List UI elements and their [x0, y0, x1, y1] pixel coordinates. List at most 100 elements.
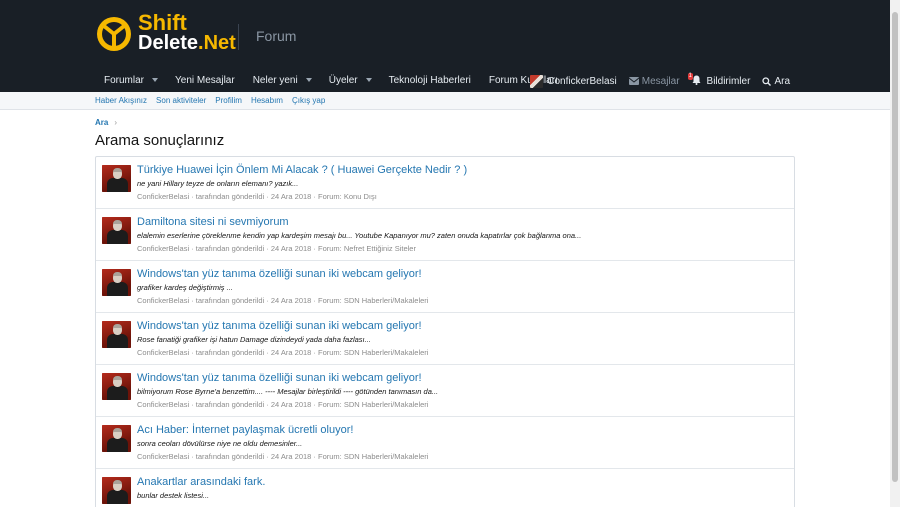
- result-forum-link[interactable]: Forum: SDN Haberleri/Makaleleri: [318, 296, 428, 305]
- result-meta: ConfickerBelasi · tarafından gönderildi …: [137, 244, 416, 253]
- site-header: Shift Delete.Net Forum Forumlar Yeni Mes…: [0, 0, 890, 92]
- subnav-my-profile[interactable]: Profilim: [215, 96, 242, 105]
- logo-emblem-icon: [97, 17, 131, 51]
- result-snippet: bunlar destek listesi...: [137, 491, 210, 500]
- sub-nav: Haber Akışınız Son aktiviteler Profilim …: [0, 92, 890, 110]
- user-nav: ConfickerBelasi Mesajlar 1 Bildirimler A…: [518, 70, 790, 92]
- nav-item-new-posts[interactable]: Yeni Mesajlar: [166, 70, 244, 92]
- result-snippet: Rose fanatiği grafiker işi hatun Damage …: [137, 335, 371, 344]
- search-results-list: Türkiye Huawei İçin Önlem Mi Alacak ? ( …: [95, 156, 795, 507]
- result-meta: ConfickerBelasi · tarafından gönderildi …: [137, 452, 428, 461]
- search-result-item: Windows'tan yüz tanıma özelliği sunan ik…: [96, 365, 794, 417]
- result-forum-link[interactable]: Forum: SDN Haberleri/Makaleleri: [318, 452, 428, 461]
- chevron-right-icon: ›: [114, 118, 118, 127]
- result-meta: ConfickerBelasi · tarafından gönderildi …: [137, 296, 428, 305]
- logo-line-2a: Delete: [138, 32, 199, 54]
- result-title-link[interactable]: Türkiye Huawei İçin Önlem Mi Alacak ? ( …: [137, 164, 467, 176]
- result-posted-by-text: tarafından gönderildi: [195, 244, 265, 253]
- alerts-link[interactable]: 1 Bildirimler: [687, 70, 751, 92]
- result-author-avatar[interactable]: [102, 373, 131, 400]
- subnav-latest-activity[interactable]: Son aktiviteler: [156, 96, 206, 105]
- user-menu[interactable]: ConfickerBelasi: [530, 70, 617, 92]
- nav-item-members[interactable]: Üyeler: [320, 70, 380, 92]
- result-author-avatar[interactable]: [102, 165, 131, 192]
- result-author-link[interactable]: ConfickerBelasi: [137, 400, 189, 409]
- nav-item-label: Yeni Mesajlar: [175, 75, 235, 86]
- result-date: 24 Ara 2018: [270, 452, 312, 461]
- result-meta: ConfickerBelasi · tarafından gönderildi …: [137, 348, 428, 357]
- search-link[interactable]: Ara: [762, 70, 790, 92]
- chevron-down-icon[interactable]: [365, 78, 372, 82]
- envelope-icon: [628, 77, 639, 85]
- search-result-item: Türkiye Huawei İçin Önlem Mi Alacak ? ( …: [96, 157, 794, 209]
- subnav-logout[interactable]: Çıkış yap: [292, 96, 325, 105]
- messages-label: Mesajlar: [641, 75, 680, 87]
- result-author-link[interactable]: ConfickerBelasi: [137, 348, 189, 357]
- scrollbar-thumb[interactable]: [892, 12, 898, 482]
- result-title-link[interactable]: Damiltona sitesi ni sevmiyorum: [137, 216, 289, 228]
- avatar-figure: [107, 178, 128, 192]
- search-result-item: Anakartlar arasındaki fark. bunlar deste…: [96, 469, 794, 507]
- nav-item-label: Teknoloji Haberleri: [388, 75, 471, 86]
- result-posted-by-text: tarafından gönderildi: [195, 192, 265, 201]
- nav-item-label: Üyeler: [328, 75, 358, 86]
- result-posted-by-text: tarafından gönderildi: [195, 452, 265, 461]
- result-snippet: elalemin eserlerine çöreklenme kendin ya…: [137, 231, 582, 240]
- result-date: 24 Ara 2018: [270, 192, 312, 201]
- avatar-figure: [107, 334, 128, 348]
- breadcrumb[interactable]: Ara ›: [95, 118, 117, 127]
- avatar-figure: [107, 438, 128, 452]
- nav-item-tech-news[interactable]: Teknoloji Haberleri: [380, 70, 480, 92]
- result-title-link[interactable]: Windows'tan yüz tanıma özelliği sunan ik…: [137, 320, 422, 332]
- search-result-item: Windows'tan yüz tanıma özelliği sunan ik…: [96, 261, 794, 313]
- result-title-link[interactable]: Windows'tan yüz tanıma özelliği sunan ik…: [137, 372, 422, 384]
- result-author-avatar[interactable]: [102, 425, 131, 452]
- page-title: Arama sonuçlarınız: [95, 132, 225, 149]
- result-date: 24 Ara 2018: [270, 296, 312, 305]
- chevron-down-icon[interactable]: [305, 78, 312, 82]
- result-forum-link[interactable]: Forum: Nefret Ettiğiniz Siteler: [318, 244, 416, 253]
- avatar-figure: [107, 386, 128, 400]
- scrollbar[interactable]: [890, 0, 900, 507]
- logo-wordmark: Shift Delete.Net: [138, 12, 236, 54]
- messages-link[interactable]: Mesajlar: [628, 70, 680, 92]
- result-forum-link[interactable]: Forum: Konu Dışı: [318, 192, 377, 201]
- user-avatar: [530, 74, 544, 88]
- chevron-down-icon[interactable]: [152, 78, 159, 82]
- header-divider: [238, 24, 239, 50]
- subnav-news-feed[interactable]: Haber Akışınız: [95, 96, 147, 105]
- result-author-link[interactable]: ConfickerBelasi: [137, 244, 189, 253]
- avatar-hair: [113, 480, 122, 484]
- avatar-figure: [107, 282, 128, 296]
- search-result-item: Acı Haber: İnternet paylaşmak ücretli ol…: [96, 417, 794, 469]
- section-tag: Forum: [256, 28, 297, 44]
- nav-item-forums[interactable]: Forumlar: [95, 70, 166, 92]
- result-author-avatar[interactable]: [102, 269, 131, 296]
- result-date: 24 Ara 2018: [270, 400, 312, 409]
- avatar-figure: [107, 230, 128, 244]
- result-posted-by-text: tarafından gönderildi: [195, 400, 265, 409]
- result-title-link[interactable]: Anakartlar arasındaki fark.: [137, 476, 265, 488]
- result-author-link[interactable]: ConfickerBelasi: [137, 192, 189, 201]
- result-author-link[interactable]: ConfickerBelasi: [137, 452, 189, 461]
- result-author-link[interactable]: ConfickerBelasi: [137, 296, 189, 305]
- alerts-label: Bildirimler: [706, 75, 751, 87]
- result-author-avatar[interactable]: [102, 321, 131, 348]
- avatar-hair: [113, 428, 122, 432]
- nav-item-label: Forumlar: [104, 75, 145, 86]
- search-result-item: Windows'tan yüz tanıma özelliği sunan ik…: [96, 313, 794, 365]
- result-author-avatar[interactable]: [102, 217, 131, 244]
- result-date: 24 Ara 2018: [270, 348, 312, 357]
- site-logo[interactable]: Shift Delete.Net: [95, 12, 236, 55]
- result-title-link[interactable]: Acı Haber: İnternet paylaşmak ücretli ol…: [137, 424, 353, 436]
- avatar-figure: [107, 490, 128, 504]
- result-title-link[interactable]: Windows'tan yüz tanıma özelliği sunan ik…: [137, 268, 422, 280]
- search-label: Ara: [774, 75, 790, 87]
- subnav-my-account[interactable]: Hesabım: [251, 96, 283, 105]
- result-posted-by-text: tarafından gönderildi: [195, 296, 265, 305]
- result-forum-link[interactable]: Forum: SDN Haberleri/Makaleleri: [318, 348, 428, 357]
- breadcrumb-search[interactable]: Ara: [95, 118, 108, 127]
- result-forum-link[interactable]: Forum: SDN Haberleri/Makaleleri: [318, 400, 428, 409]
- result-author-avatar[interactable]: [102, 477, 131, 504]
- nav-item-whats-new[interactable]: Neler yeni: [244, 70, 320, 92]
